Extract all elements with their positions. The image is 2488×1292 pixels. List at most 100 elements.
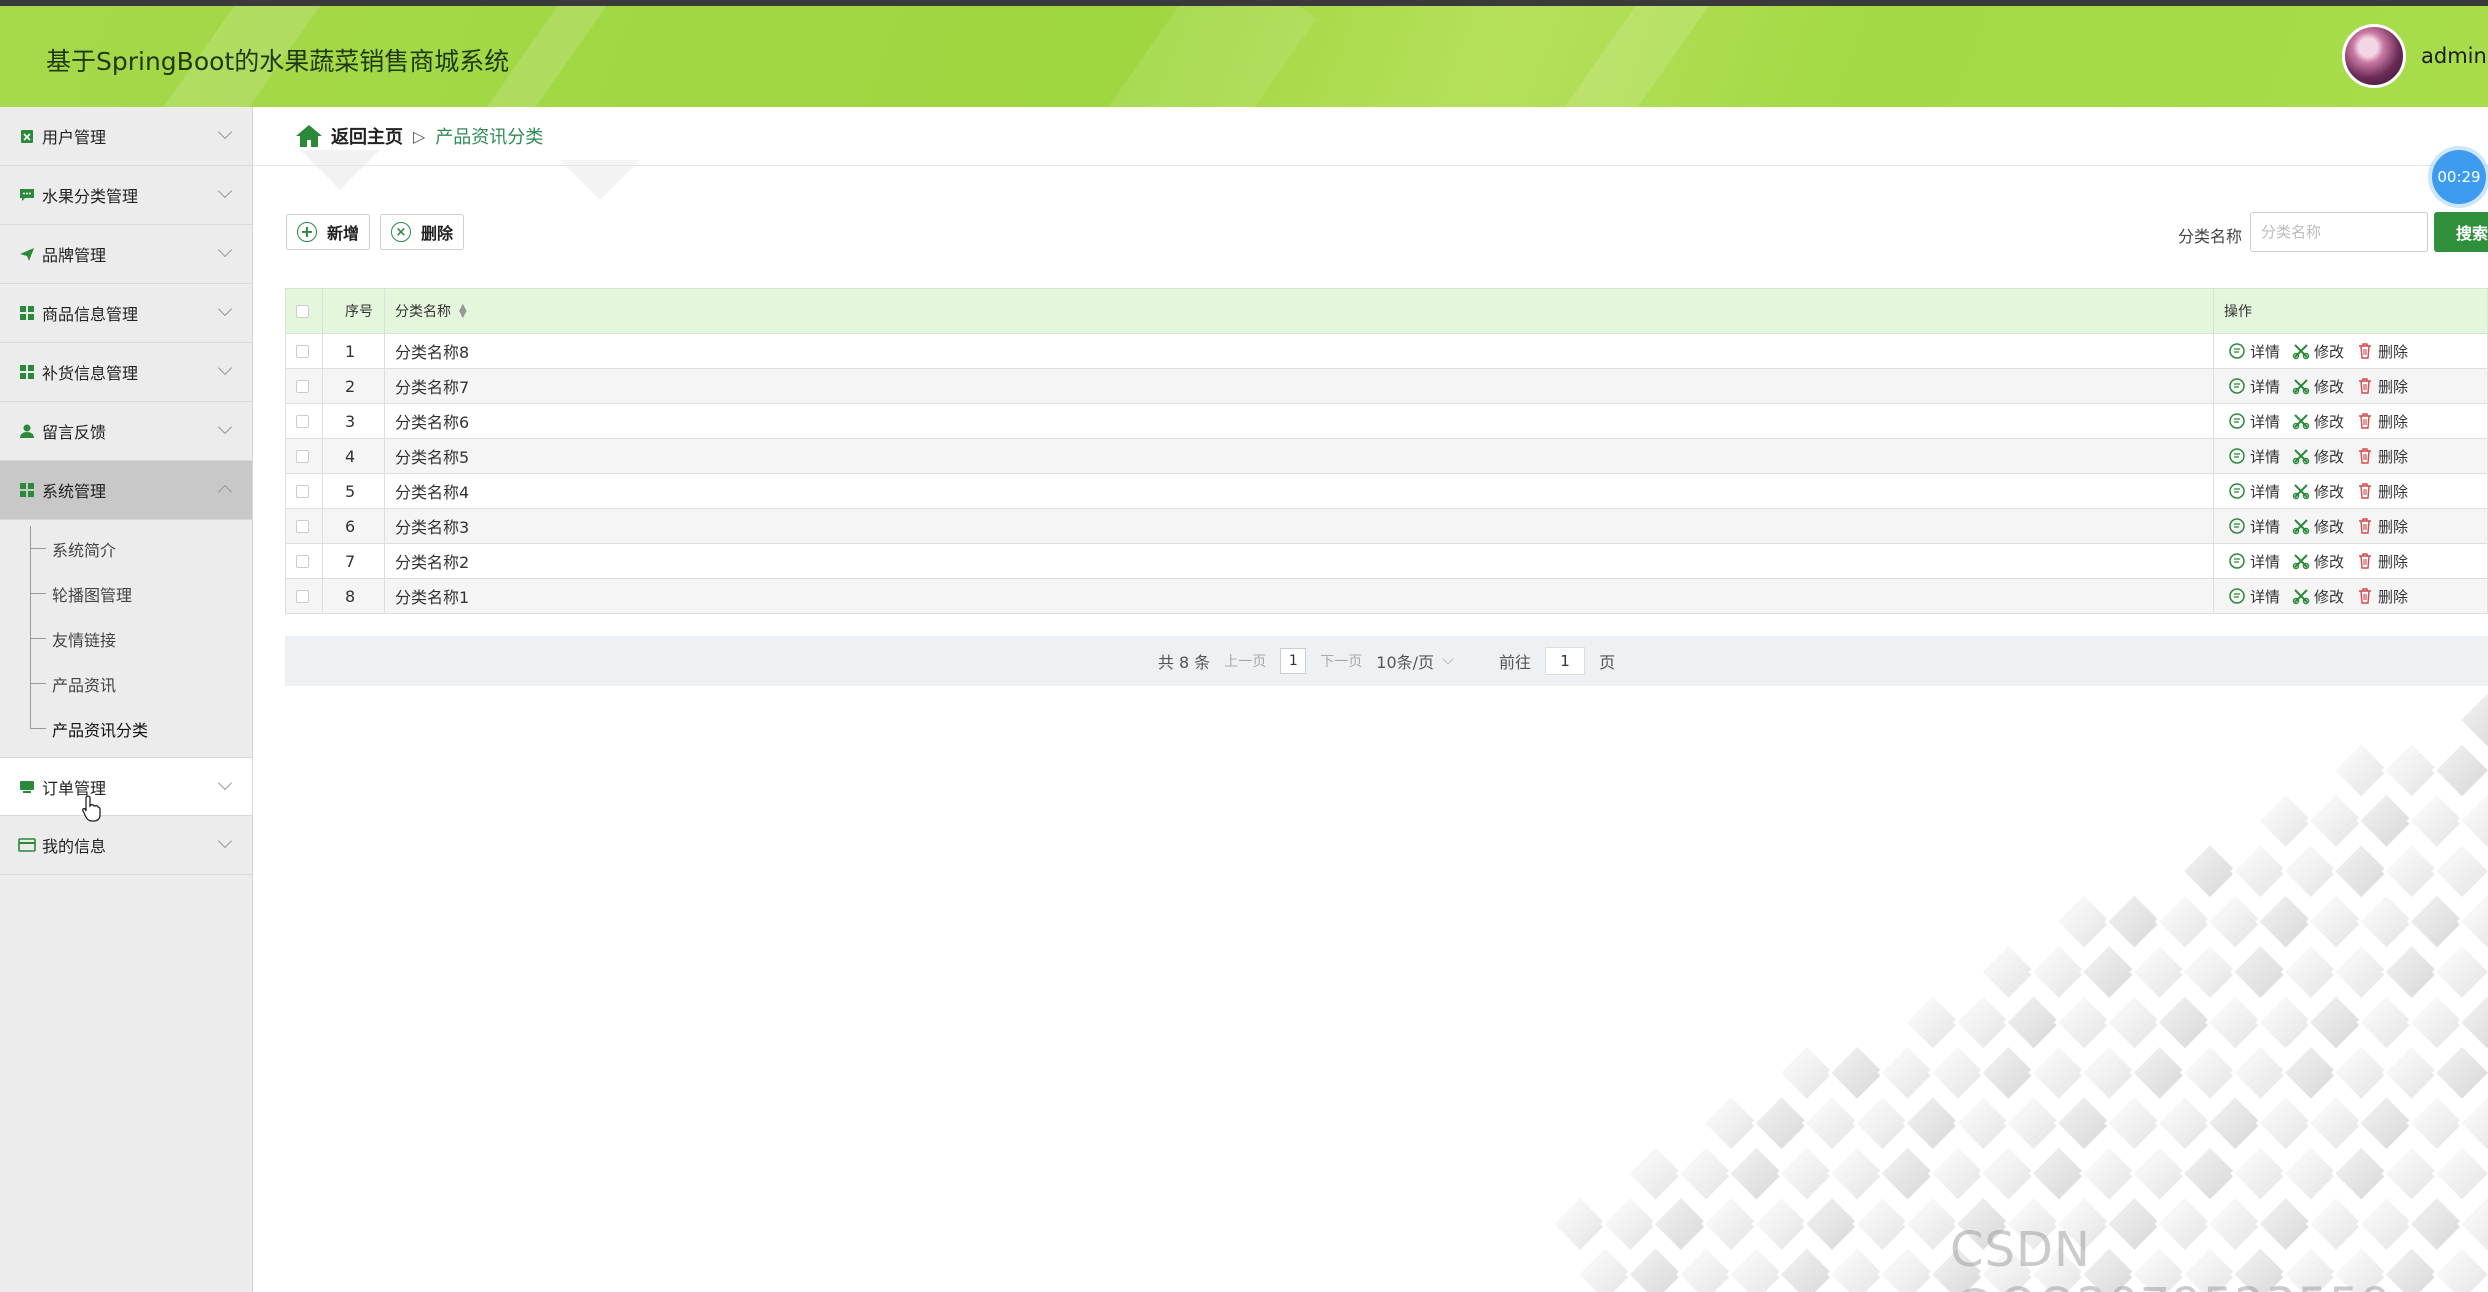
edit-button[interactable]: 修改 <box>2292 551 2344 572</box>
search-button[interactable]: 搜索 <box>2434 212 2488 252</box>
column-name[interactable]: 分类名称 ▲ ▼ <box>395 289 467 333</box>
row-checkbox[interactable] <box>296 484 309 498</box>
edit-button[interactable]: 修改 <box>2292 481 2344 502</box>
sidebar-item-feedback[interactable]: 留言反馈 <box>0 402 252 461</box>
decor-cube <box>1978 941 2039 1003</box>
row-checkbox[interactable] <box>296 589 309 603</box>
table-row[interactable]: 6 分类名称3 详情 修改 删除 <box>285 509 2488 544</box>
row-delete-button[interactable]: 删除 <box>2356 341 2408 362</box>
row-checkbox-cell <box>296 579 309 613</box>
page-size-select[interactable]: 10条/页 <box>1376 649 1454 673</box>
decor-cube <box>2305 1093 2367 1154</box>
detail-button[interactable]: 详情 <box>2228 551 2280 572</box>
detail-button[interactable]: 详情 <box>2228 446 2280 467</box>
decor-cube <box>2205 992 2266 1053</box>
edit-button[interactable]: 修改 <box>2292 341 2344 362</box>
decor-cube <box>2280 941 2341 1003</box>
table-row[interactable]: 2 分类名称7 详情 修改 删除 <box>285 369 2488 404</box>
detail-button[interactable]: 详情 <box>2228 341 2280 362</box>
sidebar-item-label: 留言反馈 <box>42 423 107 442</box>
sidebar-item-system[interactable]: 系统管理 <box>0 461 252 520</box>
detail-button[interactable]: 详情 <box>2228 516 2280 537</box>
home-icon[interactable] <box>295 123 323 149</box>
trash-icon <box>2356 447 2378 465</box>
edit-button[interactable]: 修改 <box>2292 376 2344 397</box>
goto-page-input[interactable]: 1 <box>1545 647 1586 675</box>
grid-icon <box>18 304 36 322</box>
row-category-name: 分类名称8 <box>395 343 470 362</box>
sidebar-item-fruit-category[interactable]: 水果分类管理 <box>0 166 252 225</box>
row-delete-button[interactable]: 删除 <box>2356 551 2408 572</box>
column-actions: 操作 <box>2224 304 2252 320</box>
sidebar: 用户管理 水果分类管理 品牌管理 商品信息管理 补货信息管理 留言反馈 系统管理… <box>0 107 253 1292</box>
search-input[interactable] <box>2250 212 2428 252</box>
detail-button[interactable]: 详情 <box>2228 376 2280 397</box>
submenu-item-system-intro[interactable]: 系统简介 <box>0 526 252 571</box>
decor-cube <box>2431 941 2488 1003</box>
table-row[interactable]: 1 分类名称8 详情 修改 删除 <box>285 334 2488 369</box>
sort-icon[interactable]: ▲ ▼ <box>459 303 467 320</box>
user-menu[interactable]: admin⌄ <box>2421 44 2488 68</box>
edit-button[interactable]: 修改 <box>2292 411 2344 432</box>
table-row[interactable]: 4 分类名称5 详情 修改 删除 <box>285 439 2488 474</box>
decor-cube <box>2457 689 2488 751</box>
chevron-down-icon <box>1442 653 1454 665</box>
edit-button[interactable]: 修改 <box>2292 586 2344 607</box>
sidebar-item-my-info[interactable]: 我的信息 <box>0 816 252 875</box>
decor-cube <box>2255 891 2316 952</box>
sidebar-item-brand[interactable]: 品牌管理 <box>0 225 252 284</box>
table-row[interactable]: 5 分类名称4 详情 修改 删除 <box>285 474 2488 509</box>
decor-cube <box>2179 841 2241 902</box>
submenu-item-friend-links[interactable]: 友情链接 <box>0 616 252 661</box>
detail-button[interactable]: 详情 <box>2228 481 2280 502</box>
sidebar-item-restock[interactable]: 补货信息管理 <box>0 343 252 402</box>
table-row[interactable]: 7 分类名称2 详情 修改 删除 <box>285 544 2488 579</box>
row-index: 2 <box>345 376 356 396</box>
add-button-label: 新增 <box>327 224 360 243</box>
decor-cube <box>2028 941 2089 1003</box>
row-checkbox[interactable] <box>296 449 309 463</box>
row-checkbox[interactable] <box>296 519 309 533</box>
detail-label: 详情 <box>2250 517 2281 536</box>
table-row[interactable]: 8 分类名称1 详情 修改 删除 <box>285 579 2488 614</box>
delete-button[interactable]: × 删除 <box>380 214 465 250</box>
decor-cube <box>1827 1244 1888 1292</box>
row-delete-button[interactable]: 删除 <box>2356 411 2408 432</box>
submenu-item-product-news[interactable]: 产品资讯 <box>0 661 252 706</box>
row-delete-button[interactable]: 删除 <box>2356 586 2408 607</box>
edit-label: 修改 <box>2314 412 2345 431</box>
add-button[interactable]: + 新增 <box>286 214 371 250</box>
row-delete-button[interactable]: 删除 <box>2356 516 2408 537</box>
page-number[interactable]: 1 <box>1280 648 1307 674</box>
prev-page-button[interactable]: 上一页 <box>1224 651 1266 671</box>
row-checkbox[interactable] <box>296 379 309 393</box>
decor-cube <box>2305 992 2367 1053</box>
row-index: 5 <box>345 481 356 501</box>
submenu-item-carousel[interactable]: 轮播图管理 <box>0 571 252 616</box>
sidebar-item-orders[interactable]: 订单管理 <box>0 757 252 816</box>
scissors-icon <box>2292 342 2314 360</box>
row-delete-button[interactable]: 删除 <box>2356 376 2408 397</box>
row-actions: 详情 修改 删除 <box>2228 579 2420 613</box>
select-all-checkbox[interactable] <box>296 304 309 318</box>
sidebar-item-user-management[interactable]: 用户管理 <box>0 107 252 166</box>
row-index: 1 <box>345 341 356 361</box>
breadcrumb-home-link[interactable]: 返回主页 <box>331 123 403 149</box>
next-page-button[interactable]: 下一页 <box>1320 651 1362 671</box>
delete-label: 删除 <box>2378 447 2409 466</box>
detail-button[interactable]: 详情 <box>2228 411 2280 432</box>
user-avatar[interactable] <box>2342 24 2406 88</box>
row-checkbox[interactable] <box>296 414 309 428</box>
edit-button[interactable]: 修改 <box>2292 516 2344 537</box>
decor-cube <box>1726 1143 1787 1204</box>
edit-button[interactable]: 修改 <box>2292 446 2344 467</box>
submenu-item-news-category[interactable]: 产品资讯分类 <box>0 706 252 751</box>
detail-button[interactable]: 详情 <box>2228 586 2280 607</box>
row-delete-button[interactable]: 删除 <box>2356 446 2408 467</box>
table-row[interactable]: 3 分类名称6 详情 修改 删除 <box>285 404 2488 439</box>
decor-cube <box>2079 1042 2140 1103</box>
row-checkbox[interactable] <box>296 344 309 358</box>
sidebar-item-product-info[interactable]: 商品信息管理 <box>0 284 252 343</box>
row-delete-button[interactable]: 删除 <box>2356 481 2408 502</box>
row-checkbox[interactable] <box>296 554 309 568</box>
